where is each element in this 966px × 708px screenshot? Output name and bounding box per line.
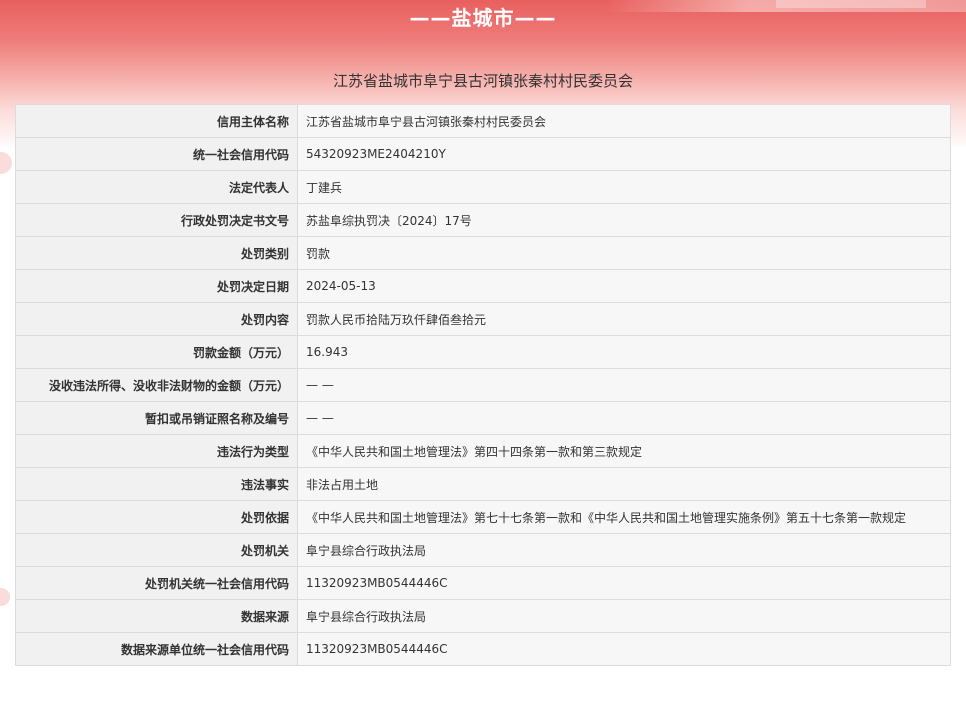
- row-value: 11320923MB0544446C: [297, 632, 951, 666]
- row-value: 《中华人民共和国土地管理法》第四十四条第一款和第三款规定: [297, 434, 951, 468]
- table-row: 违法事实 非法占用土地: [15, 467, 951, 501]
- table-row: 数据来源 阜宁县综合行政执法局: [15, 599, 951, 633]
- row-value: — —: [297, 368, 951, 402]
- table-row: 处罚决定日期 2024-05-13: [15, 269, 951, 303]
- row-label: 处罚类别: [15, 236, 298, 270]
- row-value: 非法占用土地: [297, 467, 951, 501]
- organization-title: 江苏省盐城市阜宁县古河镇张秦村村民委员会: [332, 72, 633, 90]
- table-row: 处罚机关 阜宁县综合行政执法局: [15, 533, 951, 567]
- row-label: 数据来源: [15, 599, 298, 633]
- row-label: 法定代表人: [15, 170, 298, 204]
- row-value: 16.943: [297, 335, 951, 369]
- row-label: 没收违法所得、没收非法财物的金额（万元）: [15, 368, 298, 402]
- table-row: 没收违法所得、没收非法财物的金额（万元） — —: [15, 368, 951, 402]
- row-label: 数据来源单位统一社会信用代码: [15, 632, 298, 666]
- row-label: 信用主体名称: [15, 104, 298, 138]
- decorative-dot: [0, 588, 10, 606]
- row-label: 罚款金额（万元）: [15, 335, 298, 369]
- table-row: 数据来源单位统一社会信用代码 11320923MB0544446C: [15, 632, 951, 666]
- row-label: 暂扣或吊销证照名称及编号: [15, 401, 298, 435]
- table-row: 处罚机关统一社会信用代码 11320923MB0544446C: [15, 566, 951, 600]
- row-value: 2024-05-13: [297, 269, 951, 303]
- row-value: 苏盐阜综执罚决〔2024〕17号: [297, 203, 951, 237]
- table-row: 统一社会信用代码 54320923ME2404210Y: [15, 137, 951, 171]
- row-value: 江苏省盐城市阜宁县古河镇张秦村村民委员会: [297, 104, 951, 138]
- row-label: 处罚依据: [15, 500, 298, 534]
- row-value: 54320923ME2404210Y: [297, 137, 951, 171]
- row-label: 违法行为类型: [15, 434, 298, 468]
- table-row: 处罚类别 罚款: [15, 236, 951, 270]
- row-label: 行政处罚决定书文号: [15, 203, 298, 237]
- row-label: 处罚机关: [15, 533, 298, 567]
- decorative-dot: [0, 152, 12, 174]
- table-row: 违法行为类型 《中华人民共和国土地管理法》第四十四条第一款和第三款规定: [15, 434, 951, 468]
- table-row: 处罚依据 《中华人民共和国土地管理法》第七十七条第一款和《中华人民共和国土地管理…: [15, 500, 951, 534]
- row-label: 统一社会信用代码: [15, 137, 298, 171]
- penalty-info-table: 信用主体名称 江苏省盐城市阜宁县古河镇张秦村村民委员会 统一社会信用代码 543…: [15, 104, 951, 666]
- table-row: 法定代表人 丁建兵: [15, 170, 951, 204]
- row-value: 罚款: [297, 236, 951, 270]
- row-label: 处罚内容: [15, 302, 298, 336]
- row-label: 处罚决定日期: [15, 269, 298, 303]
- table-row: 信用主体名称 江苏省盐城市阜宁县古河镇张秦村村民委员会: [15, 104, 951, 138]
- city-title: ——盐城市——: [409, 6, 557, 30]
- row-value: — —: [297, 401, 951, 435]
- row-value: 罚款人民币拾陆万玖仟肆佰叁拾元: [297, 302, 951, 336]
- row-value: 阜宁县综合行政执法局: [297, 533, 951, 567]
- table-row: 罚款金额（万元） 16.943: [15, 335, 951, 369]
- row-value: 《中华人民共和国土地管理法》第七十七条第一款和《中华人民共和国土地管理实施条例》…: [297, 500, 951, 534]
- row-value: 11320923MB0544446C: [297, 566, 951, 600]
- table-row: 暂扣或吊销证照名称及编号 — —: [15, 401, 951, 435]
- table-row: 处罚内容 罚款人民币拾陆万玖仟肆佰叁拾元: [15, 302, 951, 336]
- table-row: 行政处罚决定书文号 苏盐阜综执罚决〔2024〕17号: [15, 203, 951, 237]
- row-value: 丁建兵: [297, 170, 951, 204]
- row-label: 违法事实: [15, 467, 298, 501]
- row-label: 处罚机关统一社会信用代码: [15, 566, 298, 600]
- row-value: 阜宁县综合行政执法局: [297, 599, 951, 633]
